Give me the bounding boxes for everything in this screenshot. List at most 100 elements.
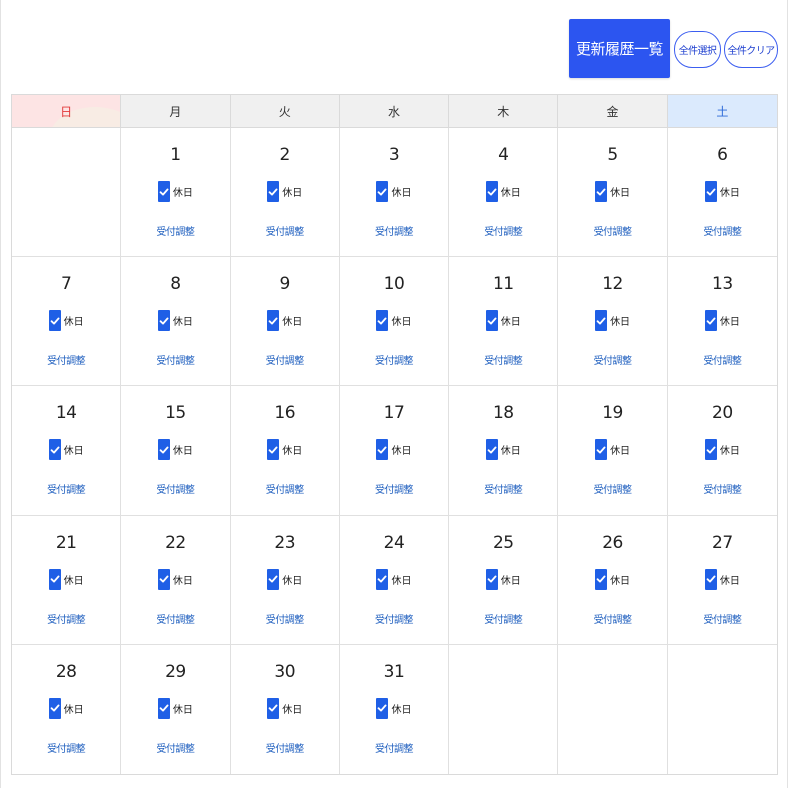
holiday-checkbox[interactable] [376,310,389,332]
reception-adjust-link[interactable]: 受付調整 [12,352,120,367]
reception-adjust-link[interactable]: 受付調整 [121,740,229,755]
holiday-label: 休日 [172,317,193,329]
calendar-day-cell: 14 休日 受付調整 [12,386,122,516]
weekday-header-monday: 月 [121,95,231,128]
holiday-checkbox[interactable] [376,439,389,461]
calendar-day-cell: 5 休日 受付調整 [558,128,668,258]
holiday-checkbox[interactable] [48,439,61,461]
reception-adjust-link[interactable]: 受付調整 [12,611,120,626]
reception-adjust-link[interactable]: 受付調整 [231,223,339,238]
holiday-checkbox[interactable] [704,568,717,590]
holiday-checkbox[interactable] [157,310,170,332]
reception-adjust-link[interactable]: 受付調整 [121,223,229,238]
holiday-checkbox[interactable] [704,310,717,332]
holiday-checkbox[interactable] [376,568,389,590]
reception-adjust-link[interactable]: 受付調整 [340,352,448,367]
reception-adjust-link[interactable]: 受付調整 [12,481,120,496]
holiday-toggle: 休日 [121,181,229,202]
reception-adjust-link[interactable]: 受付調整 [340,481,448,496]
holiday-toggle: 休日 [12,310,120,332]
day-number: 16 [274,403,296,424]
day-number: 3 [388,145,400,165]
reception-adjust-link[interactable]: 受付調整 [668,352,777,367]
holiday-checkbox[interactable] [595,181,608,202]
holiday-toggle: 休日 [12,697,120,719]
reception-adjust-link[interactable]: 受付調整 [558,611,666,626]
clear-all-button[interactable]: 全件クリア [724,31,778,68]
holiday-label: 休日 [282,704,303,716]
holiday-toggle: 休日 [668,439,777,461]
holiday-checkbox[interactable] [267,181,280,202]
calendar-day-cell: 4 休日 受付調整 [449,128,559,258]
holiday-checkbox[interactable] [595,439,608,461]
holiday-checkbox[interactable] [704,181,717,202]
holiday-checkbox[interactable] [485,310,498,332]
reception-adjust-link[interactable]: 受付調整 [231,481,339,496]
calendar-day-cell: 17 休日 受付調整 [339,386,450,516]
day-number: 21 [55,532,77,553]
weekday-header-sunday: 日 [12,95,122,128]
holiday-checkbox[interactable] [157,439,170,461]
calendar-day-cell: 29 休日 受付調整 [121,644,231,774]
reception-adjust-link[interactable]: 受付調整 [340,740,448,755]
reception-adjust-link[interactable]: 受付調整 [231,352,339,367]
day-number: 27 [712,532,733,553]
day-number: 9 [279,274,291,295]
holiday-checkbox[interactable] [48,568,61,590]
holiday-toggle: 休日 [231,310,339,332]
holiday-toggle: 休日 [231,181,339,202]
reception-adjust-link[interactable]: 受付調整 [231,740,339,755]
reception-adjust-link[interactable]: 受付調整 [340,611,448,626]
holiday-checkbox[interactable] [485,568,498,590]
reception-adjust-link[interactable]: 受付調整 [668,223,777,238]
reception-adjust-link[interactable]: 受付調整 [668,481,777,496]
day-number: 4 [498,145,509,165]
calendar-day-cell: 31 休日 受付調整 [340,644,450,774]
holiday-checkbox[interactable] [485,439,498,461]
day-number: 25 [492,532,514,553]
holiday-checkbox[interactable] [157,181,170,202]
holiday-checkbox[interactable] [157,568,170,590]
calendar-day-cell: 28 休日受付調整 [12,644,122,774]
reception-adjust-link[interactable]: 受付調整 [449,481,557,496]
reception-adjust-link[interactable]: 受付調整 [231,611,339,626]
holiday-toggle: 休日 [340,697,448,719]
weekday-header-thursday: 木 [449,95,559,128]
calendar-day-cell: 26 休日 受付調整 [558,515,668,645]
reception-adjust-link[interactable]: 受付調整 [449,223,557,238]
reception-adjust-link[interactable]: 受付調整 [121,611,229,626]
reception-adjust-link[interactable]: 受付調整 [121,481,229,496]
holiday-checkbox[interactable] [376,697,389,719]
calendar-day-cell: 13 休日 受付調整 [667,257,777,387]
holiday-checkbox[interactable] [267,310,280,332]
holiday-checkbox[interactable] [48,310,61,332]
select-all-button[interactable]: 全件選択 [674,31,721,68]
reception-adjust-link[interactable]: 受付調整 [668,611,777,626]
update-history-button[interactable]: 更新履歴一覧 [569,19,670,78]
holiday-label: 休日 [500,446,521,458]
reception-adjust-link[interactable]: 受付調整 [12,740,120,755]
reception-adjust-link[interactable]: 受付調整 [449,611,557,626]
holiday-toggle: 休日 [121,697,229,719]
holiday-checkbox[interactable] [267,697,280,719]
reception-adjust-link[interactable]: 受付調整 [558,352,666,367]
reception-adjust-link[interactable]: 受付調整 [340,223,448,238]
holiday-checkbox[interactable] [595,310,608,332]
holiday-checkbox[interactable] [267,439,280,461]
holiday-checkbox[interactable] [595,568,608,590]
holiday-checkbox[interactable] [485,181,498,202]
holiday-checkbox[interactable] [704,439,717,461]
holiday-checkbox[interactable] [376,181,389,202]
holiday-checkbox[interactable] [157,697,170,719]
reception-adjust-link[interactable]: 受付調整 [558,481,666,496]
reception-adjust-link[interactable]: 受付調整 [449,352,557,367]
day-number: 28 [55,661,77,682]
holiday-checkbox[interactable] [267,568,280,590]
holiday-checkbox[interactable] [48,697,61,719]
toolbar: 更新履歴一覧 全件選択 全件クリア [0,0,788,90]
reception-adjust-link[interactable]: 受付調整 [121,352,229,367]
holiday-label: 休日 [719,575,740,587]
day-number: 14 [55,403,77,424]
calendar-day-cell: 10 休日 受付調整 [339,257,450,387]
reception-adjust-link[interactable]: 受付調整 [558,223,666,238]
